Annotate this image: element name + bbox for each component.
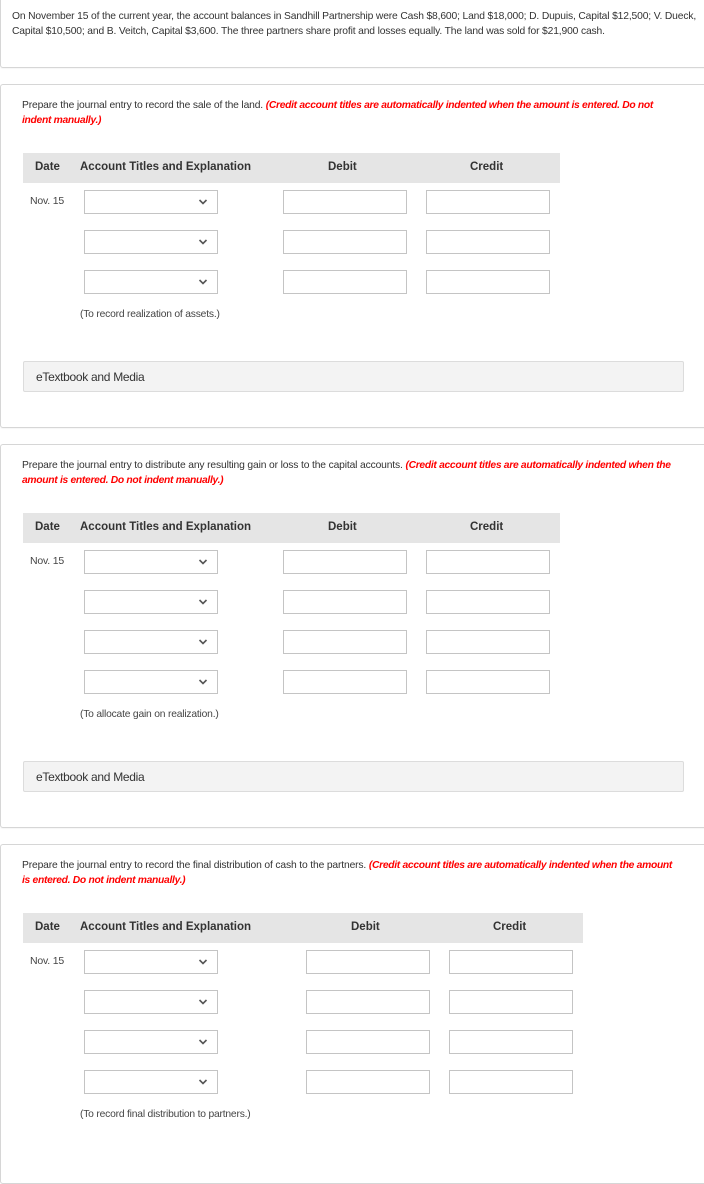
credit-input[interactable] bbox=[426, 670, 550, 694]
chevron-down-icon bbox=[198, 599, 208, 605]
journal-header: Date Account Titles and Explanation Debi… bbox=[23, 513, 560, 543]
problem-statement: On November 15 of the current year, the … bbox=[12, 11, 697, 37]
chevron-down-icon bbox=[198, 279, 208, 285]
account-select[interactable] bbox=[84, 1030, 218, 1054]
debit-input[interactable] bbox=[283, 590, 407, 614]
debit-input[interactable] bbox=[283, 630, 407, 654]
credit-input[interactable] bbox=[449, 1070, 573, 1094]
account-select[interactable] bbox=[84, 590, 218, 614]
instruction-text: Prepare the journal entry to distribute … bbox=[22, 460, 403, 471]
credit-input[interactable] bbox=[449, 950, 573, 974]
credit-input[interactable] bbox=[426, 230, 550, 254]
debit-input[interactable] bbox=[283, 190, 407, 214]
account-select[interactable] bbox=[84, 270, 218, 294]
credit-input[interactable] bbox=[426, 190, 550, 214]
debit-input[interactable] bbox=[306, 1030, 430, 1054]
column-account: Account Titles and Explanation bbox=[80, 921, 252, 933]
chevron-down-icon bbox=[198, 1039, 208, 1045]
credit-input[interactable] bbox=[426, 590, 550, 614]
problem-statement-card: On November 15 of the current year, the … bbox=[0, 0, 704, 68]
account-select[interactable] bbox=[84, 550, 218, 574]
chevron-down-icon bbox=[198, 999, 208, 1005]
debit-input[interactable] bbox=[306, 1070, 430, 1094]
instruction-1: Prepare the journal entry to record the … bbox=[22, 98, 682, 128]
column-credit: Credit bbox=[470, 161, 504, 173]
column-debit: Debit bbox=[328, 161, 357, 173]
etextbook-media-link[interactable]: eTextbook and Media bbox=[23, 361, 684, 392]
credit-input[interactable] bbox=[449, 990, 573, 1014]
account-select[interactable] bbox=[84, 230, 218, 254]
chevron-down-icon bbox=[198, 959, 208, 965]
chevron-down-icon bbox=[198, 559, 208, 565]
entry-date: Nov. 15 bbox=[30, 195, 65, 207]
column-account: Account Titles and Explanation bbox=[80, 161, 252, 173]
credit-input[interactable] bbox=[426, 550, 550, 574]
chevron-down-icon bbox=[198, 1079, 208, 1085]
instruction-2: Prepare the journal entry to distribute … bbox=[22, 458, 682, 488]
debit-input[interactable] bbox=[283, 670, 407, 694]
account-select[interactable] bbox=[84, 950, 218, 974]
credit-input[interactable] bbox=[449, 1030, 573, 1054]
debit-input[interactable] bbox=[283, 230, 407, 254]
debit-input[interactable] bbox=[283, 550, 407, 574]
etextbook-media-link[interactable]: eTextbook and Media bbox=[23, 761, 684, 792]
column-debit: Debit bbox=[328, 521, 357, 533]
account-select[interactable] bbox=[84, 670, 218, 694]
account-select[interactable] bbox=[84, 990, 218, 1014]
instruction-text: Prepare the journal entry to record the … bbox=[22, 100, 264, 111]
account-select[interactable] bbox=[84, 630, 218, 654]
chevron-down-icon bbox=[198, 639, 208, 645]
debit-input[interactable] bbox=[306, 950, 430, 974]
column-date: Date bbox=[35, 521, 60, 533]
column-credit: Credit bbox=[470, 521, 504, 533]
journal-section-final-distribution bbox=[0, 844, 704, 1184]
account-select[interactable] bbox=[84, 190, 218, 214]
debit-input[interactable] bbox=[283, 270, 407, 294]
column-account: Account Titles and Explanation bbox=[80, 521, 252, 533]
column-credit: Credit bbox=[493, 921, 527, 933]
instruction-3: Prepare the journal entry to record the … bbox=[22, 858, 682, 888]
chevron-down-icon bbox=[198, 679, 208, 685]
credit-input[interactable] bbox=[426, 630, 550, 654]
column-date: Date bbox=[35, 161, 60, 173]
journal-header: Date Account Titles and Explanation Debi… bbox=[23, 153, 560, 183]
instruction-text: Prepare the journal entry to record the … bbox=[22, 860, 367, 871]
column-debit: Debit bbox=[351, 921, 380, 933]
journal-header: Date Account Titles and Explanation Debi… bbox=[23, 913, 583, 943]
entry-explanation: (To record realization of assets.) bbox=[80, 309, 220, 320]
entry-date: Nov. 15 bbox=[30, 955, 65, 967]
column-date: Date bbox=[35, 921, 60, 933]
account-select[interactable] bbox=[84, 1070, 218, 1094]
entry-explanation: (To allocate gain on realization.) bbox=[80, 709, 219, 720]
entry-explanation: (To record final distribution to partner… bbox=[80, 1109, 251, 1120]
credit-input[interactable] bbox=[426, 270, 550, 294]
chevron-down-icon bbox=[198, 239, 208, 245]
debit-input[interactable] bbox=[306, 990, 430, 1014]
entry-date: Nov. 15 bbox=[30, 555, 65, 567]
chevron-down-icon bbox=[198, 199, 208, 205]
